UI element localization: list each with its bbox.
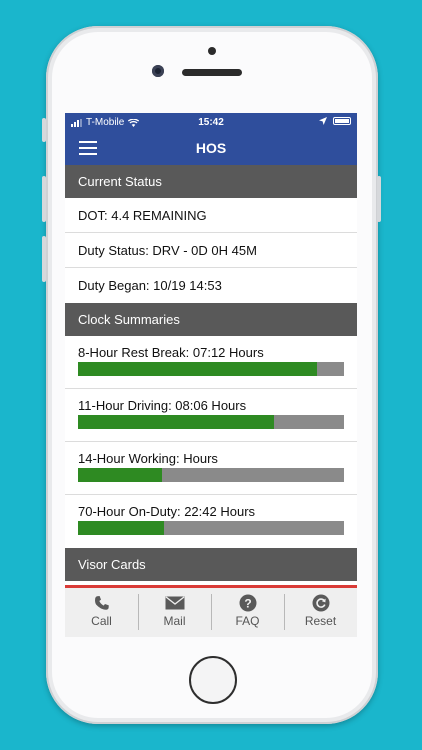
progress-fill: [78, 468, 163, 482]
tab-reset[interactable]: Reset: [284, 588, 357, 637]
main-content: Current Status DOT: 4.4 REMAINING Duty S…: [65, 165, 357, 585]
nav-bar: HOS: [65, 133, 357, 165]
mail-icon: [165, 596, 184, 610]
current-status-header: Current Status: [65, 165, 357, 198]
tab-label: Reset: [304, 614, 337, 628]
progress-fill: [78, 521, 165, 535]
visor-cards-header[interactable]: Visor Cards: [65, 548, 357, 581]
battery-icon: [333, 117, 351, 125]
status-bar: T-Mobile 15:42: [65, 113, 357, 133]
tab-label: Mail: [163, 614, 186, 628]
clock-working: 14-Hour Working: Hours: [65, 442, 357, 495]
duty-status-row: Duty Status: DRV - 0D 0H 45M: [65, 233, 357, 268]
progress-bar: [78, 468, 344, 482]
tab-label: FAQ: [235, 614, 260, 628]
proximity-sensor: [208, 47, 216, 55]
clock-rest-break: 8-Hour Rest Break: 07:12 Hours: [65, 336, 357, 389]
clock-on-duty: 70-Hour On-Duty: 22:42 Hours: [65, 495, 357, 548]
clock-label: 70-Hour On-Duty: 22:42 Hours: [78, 504, 256, 519]
volume-up-button: [42, 176, 46, 222]
front-camera: [152, 65, 164, 77]
clock-label: 11-Hour Driving: 08:06 Hours: [78, 398, 247, 413]
status-time: 15:42: [198, 117, 224, 128]
bottom-tab-bar: Call Mail ? FAQ Reset: [65, 585, 357, 637]
page-title: HOS: [195, 140, 227, 156]
clock-summaries-header: Clock Summaries: [65, 303, 357, 336]
progress-fill: [78, 415, 274, 429]
tab-call[interactable]: Call: [65, 588, 138, 637]
progress-bar: [78, 521, 344, 535]
status-right: [319, 117, 351, 125]
tab-mail[interactable]: Mail: [138, 588, 211, 637]
earpiece-speaker: [182, 69, 242, 76]
phone-icon: [94, 596, 109, 610]
progress-bar: [78, 362, 344, 376]
progress-fill: [78, 362, 318, 376]
clock-label: 14-Hour Working: Hours: [78, 451, 218, 466]
app-screen: T-Mobile 15:42 HOS Current Status DOT: 4…: [65, 113, 357, 637]
dot-remaining-row: DOT: 4.4 REMAINING: [65, 198, 357, 233]
clock-label: 8-Hour Rest Break: 07:12 Hours: [78, 345, 264, 360]
duty-began-row: Duty Began: 10/19 14:53: [78, 278, 222, 293]
clock-driving: 11-Hour Driving: 08:06 Hours: [65, 389, 357, 442]
question-icon: ?: [239, 594, 256, 612]
svg-text:?: ?: [244, 596, 251, 610]
refresh-icon: [312, 594, 329, 612]
location-arrow-icon: [319, 117, 327, 125]
progress-bar: [78, 415, 344, 429]
home-button[interactable]: [189, 656, 237, 704]
volume-down-button: [42, 236, 46, 282]
power-button: [377, 176, 381, 222]
mute-switch: [42, 118, 46, 142]
tab-faq[interactable]: ? FAQ: [211, 588, 284, 637]
tab-label: Call: [91, 614, 112, 628]
